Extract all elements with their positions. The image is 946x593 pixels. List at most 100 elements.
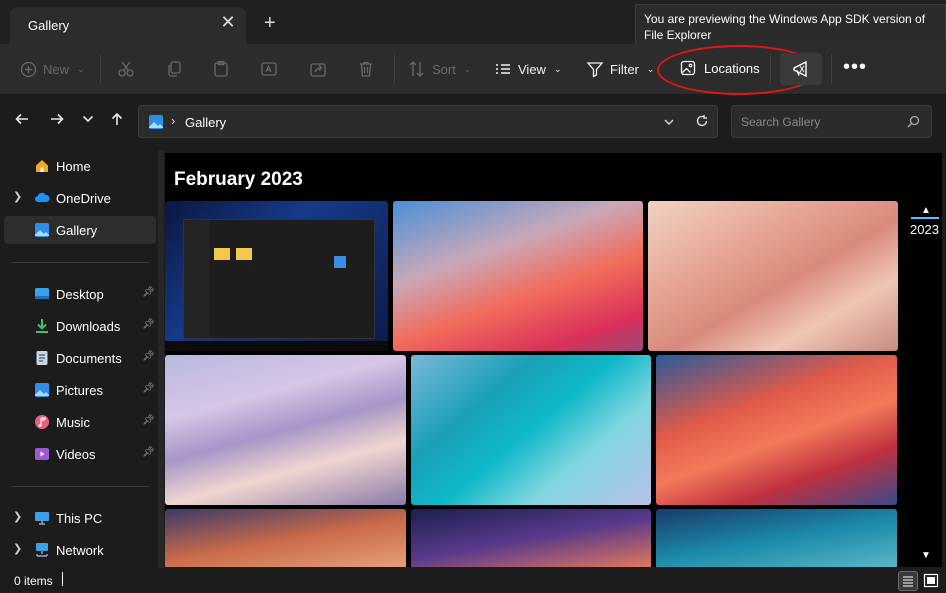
photo-thumbnail[interactable] [656, 355, 897, 505]
status-divider [62, 572, 63, 586]
photo-thumbnail[interactable] [165, 355, 406, 505]
close-tab-icon[interactable]: ✕ [220, 13, 236, 31]
sidebar-item-videos[interactable]: Videos 📌︎ [0, 440, 158, 468]
cloud-icon [35, 192, 50, 202]
sidebar-item-pictures[interactable]: Pictures 📌︎ [0, 376, 158, 404]
new-button[interactable]: New ⌄ [20, 44, 85, 94]
videos-icon [35, 448, 49, 460]
sidebar-item-label: OneDrive [56, 191, 111, 206]
photo-thumbnail[interactable] [165, 509, 406, 567]
expand-chevron-icon[interactable]: ❯ [13, 510, 22, 523]
sidebar-item-label: Pictures [56, 383, 103, 398]
sidebar-item-label: Documents [56, 351, 122, 366]
chevron-down-icon: ⌄ [553, 63, 562, 74]
sidebar-item-desktop[interactable]: Desktop 📌︎ [0, 280, 158, 308]
chevron-down-icon: ⌄ [463, 63, 472, 74]
address-history-chevron-icon[interactable] [663, 115, 675, 133]
cut-button[interactable] [117, 44, 135, 94]
address-bar[interactable]: › Gallery [138, 105, 718, 138]
view-label: View [518, 61, 546, 77]
view-list-icon [496, 64, 510, 74]
sidebar-item-label: Network [56, 543, 104, 558]
sidebar-item-documents[interactable]: Documents 📌︎ [0, 344, 158, 372]
sidebar-item-music[interactable]: Music 📌︎ [0, 408, 158, 436]
tab-gallery[interactable]: Gallery ✕ [10, 7, 246, 44]
filter-icon [586, 62, 604, 78]
share-button[interactable] [309, 44, 327, 94]
rename-button[interactable] [260, 44, 278, 94]
sidebar-item-label: Music [56, 415, 90, 430]
new-tab-button[interactable]: + [264, 13, 276, 33]
paste-icon [214, 60, 228, 77]
divider [770, 54, 771, 84]
navigation-pane: Home ❯ OneDrive Gallery Desktop 📌︎ Downl… [0, 150, 158, 568]
delete-button[interactable] [357, 44, 375, 94]
sort-button[interactable]: Sort ⌄ [408, 44, 471, 94]
sidebar-item-network[interactable]: ❯ Network [0, 536, 158, 564]
paste-button[interactable] [212, 44, 230, 94]
large-icons-view-button[interactable] [921, 571, 941, 591]
sidebar-item-downloads[interactable]: Downloads 📌︎ [0, 312, 158, 340]
expand-chevron-icon[interactable]: ❯ [13, 542, 22, 555]
pin-icon[interactable]: 📌︎ [142, 287, 155, 298]
photo-thumbnail[interactable] [165, 201, 388, 351]
sidebar-item-gallery[interactable]: Gallery [4, 216, 156, 244]
pin-icon[interactable]: 📌︎ [142, 415, 155, 426]
scroll-down-icon[interactable]: ▼ [921, 550, 931, 561]
sidebar-item-this-pc[interactable]: ❯ This PC [0, 504, 158, 532]
copy-button[interactable] [165, 44, 183, 94]
expand-chevron-icon[interactable]: ❯ [13, 190, 22, 203]
sidebar-divider [12, 262, 149, 263]
photo-thumbnail[interactable] [411, 509, 651, 567]
photo-thumbnail[interactable] [656, 509, 897, 567]
pin-icon[interactable]: 📌︎ [142, 319, 155, 330]
sidebar-divider [12, 486, 149, 487]
search-icon [907, 115, 920, 133]
back-arrow-icon[interactable] [14, 111, 30, 132]
sort-icon [409, 61, 424, 77]
details-view-button[interactable] [898, 571, 918, 591]
details-view-icon [903, 576, 913, 587]
rename-icon [261, 62, 277, 76]
search-input[interactable]: Search Gallery [731, 105, 932, 138]
preview-feedback-button[interactable] [780, 53, 822, 85]
sidebar-item-label: This PC [56, 511, 103, 526]
scroll-up-icon[interactable]: ▲ [921, 205, 931, 216]
scissors-icon [118, 61, 134, 77]
pc-icon [35, 512, 49, 525]
sidebar-item-onedrive[interactable]: ❯ OneDrive [0, 184, 158, 212]
divider [100, 54, 101, 84]
sidebar-item-label: Desktop [56, 287, 104, 302]
download-icon [36, 319, 48, 333]
new-label: New [43, 61, 70, 77]
pin-icon[interactable]: 📌︎ [142, 447, 155, 458]
sidebar-item-home[interactable]: Home [0, 152, 158, 180]
breadcrumb-gallery[interactable]: Gallery [185, 115, 226, 130]
forward-arrow-icon[interactable] [49, 111, 65, 132]
tiles-view-icon [923, 573, 939, 588]
photo-thumbnail[interactable] [411, 355, 651, 505]
filter-button[interactable]: Filter ⌄ [586, 44, 654, 94]
recent-locations-chevron-icon[interactable] [81, 111, 95, 132]
share-icon [310, 63, 326, 77]
pin-icon[interactable]: 📌︎ [142, 383, 155, 394]
pictures-icon [35, 383, 49, 397]
more-options-button[interactable]: ••• [843, 56, 867, 79]
chevron-down-icon: ⌄ [646, 63, 655, 74]
sidebar-scrollbar[interactable] [158, 150, 164, 568]
gallery-icon [35, 223, 49, 237]
photo-thumbnail[interactable] [393, 201, 643, 351]
item-count: 0 items [14, 574, 53, 588]
timeline-marker [911, 217, 939, 219]
documents-icon [36, 351, 48, 365]
photo-thumbnail[interactable] [648, 201, 898, 351]
month-header: February 2023 [174, 169, 303, 190]
up-arrow-icon[interactable] [109, 111, 125, 132]
refresh-icon[interactable] [695, 114, 709, 133]
desktop-icon [35, 288, 49, 299]
view-button[interactable]: View ⌄ [494, 44, 562, 94]
timeline-year[interactable]: 2023 [910, 222, 939, 237]
gallery-content: February 2023 [165, 153, 942, 567]
pin-icon[interactable]: 📌︎ [142, 351, 155, 362]
home-icon [36, 160, 48, 172]
